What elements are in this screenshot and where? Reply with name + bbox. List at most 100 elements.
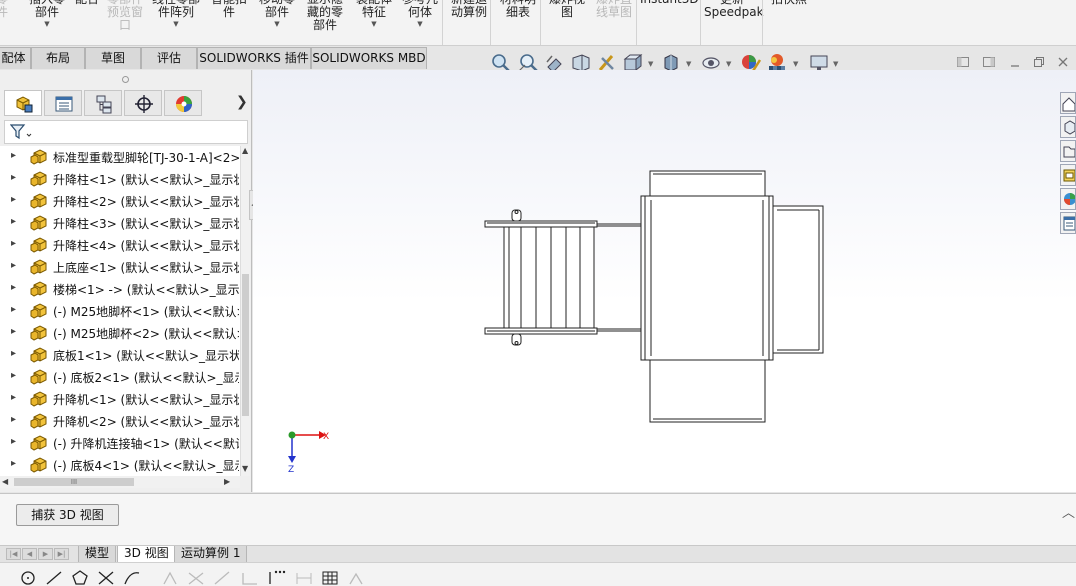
expand-arrow-icon[interactable]: ▸ (11, 216, 19, 228)
circle-tool-icon[interactable] (18, 567, 38, 585)
expand-arrow-icon[interactable]: ▸ (11, 348, 19, 360)
tree-item[interactable]: ▸ 升降柱<2> (默认<<默认>_显示状 (0, 190, 240, 212)
last-tab-nav-icon[interactable]: ▶| (54, 548, 69, 560)
close-icon[interactable] (1055, 55, 1071, 71)
expand-arrow-icon[interactable]: ▸ (11, 458, 19, 470)
convert-tool-icon[interactable] (212, 567, 232, 585)
command-tab[interactable]: SOLIDWORKS 插件 (197, 47, 311, 69)
ribbon-dropdown-icon[interactable]: ▼ (352, 20, 396, 28)
ribbon-button[interactable]: 新建运 动算例 (447, 0, 491, 19)
ribbon-dropdown-icon[interactable]: ▼ (398, 20, 442, 28)
ribbon-button[interactable]: 零 件 (0, 0, 12, 19)
panel-collapse-chevron-icon[interactable]: ︿ (1062, 502, 1075, 521)
assembly-model[interactable]: X Z (253, 70, 1076, 492)
command-tab[interactable]: 草图 (85, 47, 141, 69)
next-tab-nav-icon[interactable]: ▶ (38, 548, 53, 560)
bottom-tab[interactable]: 模型 (78, 546, 117, 563)
spline-tool-icon[interactable] (122, 567, 142, 585)
hide-show-dropdown-icon[interactable]: ▼ (726, 60, 733, 68)
command-tab[interactable]: 配体 (0, 47, 31, 69)
scroll-right-icon[interactable]: ▶ (224, 477, 230, 486)
file-explorer-icon[interactable] (1060, 140, 1076, 162)
appearances-scenes-icon[interactable] (1060, 188, 1076, 210)
expand-arrow-icon[interactable]: ▸ (11, 194, 19, 206)
tree-item[interactable]: ▸ 升降柱<3> (默认<<默认>_显示状 (0, 212, 240, 234)
expand-arrow-icon[interactable]: ▸ (11, 172, 19, 184)
command-tab[interactable]: SOLIDWORKS MBD (311, 47, 427, 69)
expand-arrow-icon[interactable]: ▸ (11, 370, 19, 382)
bottom-tab[interactable]: 运动算例 1 (174, 546, 248, 563)
tree-horizontal-scroll-thumb[interactable]: III (14, 478, 134, 486)
expand-arrow-icon[interactable]: ▸ (11, 304, 19, 316)
tree-horizontal-scrollbar[interactable]: ◀ III ▶ (0, 476, 240, 488)
first-tab-nav-icon[interactable]: |◀ (6, 548, 21, 560)
ribbon-button[interactable]: 参考几 何体▼ (398, 0, 442, 28)
ribbon-button[interactable]: Instant3D (640, 0, 699, 6)
capture-3d-view-button[interactable]: 捕获 3D 视图 (16, 504, 119, 526)
command-tab[interactable]: 布局 (31, 47, 85, 69)
expand-arrow-icon[interactable]: ▸ (11, 392, 19, 404)
ribbon-button[interactable]: 线性零部 件阵列▼ (150, 0, 202, 28)
linear-pattern-tool-icon[interactable] (320, 567, 340, 585)
scroll-up-icon[interactable]: ▲ (242, 146, 248, 155)
line-tool-icon[interactable] (44, 567, 64, 585)
dimxpert-manager-tab[interactable] (124, 90, 162, 116)
tree-item[interactable]: ▸ (-) 底板2<1> (默认<<默认>_显示 (0, 366, 240, 388)
feature-tree-tab[interactable] (4, 90, 42, 116)
tree-item[interactable]: ▸ (-) M25地脚杯<2> (默认<<默认> (0, 322, 240, 344)
restore-icon[interactable] (1031, 55, 1047, 71)
expand-arrow-icon[interactable]: ▸ (11, 238, 19, 250)
tile-left-icon[interactable] (955, 55, 971, 71)
ribbon-button[interactable]: 爆炸直 线草图 (592, 0, 636, 19)
ribbon-button[interactable]: 配合 (72, 0, 102, 6)
tree-item[interactable]: ▸ (-) 升降机连接轴<1> (默认<<默认 (0, 432, 240, 454)
ribbon-button[interactable]: 智能扣 件 (208, 0, 250, 19)
rectangle-tool-icon[interactable] (240, 567, 260, 585)
previous-tab-nav-icon[interactable]: ◀ (22, 548, 37, 560)
tree-item[interactable]: ▸ (-) 底板4<1> (默认<<默认>_显示 (0, 454, 240, 476)
ribbon-button[interactable]: 零部件 预览窗 口 (104, 0, 146, 32)
polygon-tool-icon[interactable] (70, 567, 90, 585)
tree-item[interactable]: ▸ 升降机<2> (默认<<默认>_显示状 (0, 410, 240, 432)
offset-tool-icon[interactable] (186, 567, 206, 585)
expand-arrow-icon[interactable]: ▸ (11, 282, 19, 294)
mirror-tool-icon[interactable] (160, 567, 180, 585)
configuration-manager-tab[interactable] (84, 90, 122, 116)
expand-arrow-icon[interactable]: ▸ (11, 150, 19, 162)
expand-arrow-icon[interactable]: ▸ (11, 414, 19, 426)
view-orientation-dropdown-icon[interactable]: ▼ (648, 60, 655, 68)
display-style-dropdown-icon[interactable]: ▼ (686, 60, 693, 68)
ribbon-button[interactable]: 装配体 特征▼ (352, 0, 396, 28)
tree-item[interactable]: ▸ 上底座<1> (默认<<默认>_显示状 (0, 256, 240, 278)
ribbon-button[interactable]: 材料明 细表 (496, 0, 540, 19)
tree-item[interactable]: ▸ 升降机<1> (默认<<默认>_显示状 (0, 388, 240, 410)
point-tool-icon[interactable] (266, 567, 286, 585)
ribbon-dropdown-icon[interactable]: ▼ (26, 20, 68, 28)
display-manager-tab[interactable] (164, 90, 202, 116)
dimension-tool-icon[interactable] (294, 567, 314, 585)
ribbon-button[interactable]: 拍快照 (768, 0, 810, 6)
view-palette-icon[interactable] (1060, 164, 1076, 186)
graphics-area[interactable]: X Z (253, 70, 1076, 492)
expand-arrow-icon[interactable]: ▸ (11, 326, 19, 338)
expand-arrow-icon[interactable]: ▸ (11, 436, 19, 448)
tile-right-icon[interactable] (981, 55, 997, 71)
tree-filter-bar[interactable] (4, 120, 248, 144)
tree-item[interactable]: ▸ 底板1<1> (默认<<默认>_显示状态 (0, 344, 240, 366)
ribbon-dropdown-icon[interactable]: ▼ (150, 20, 202, 28)
tree-item[interactable]: ▸ 标准型重载型脚轮[TJ-30-1-A]<2> (0, 146, 240, 168)
custom-properties-icon[interactable] (1060, 212, 1076, 234)
apply-scene-dropdown-icon[interactable]: ▼ (793, 60, 800, 68)
tree-item[interactable]: ▸ 升降柱<4> (默认<<默认>_显示状 (0, 234, 240, 256)
tree-item[interactable]: ▸ (-) M25地脚杯<1> (默认<<默认> (0, 300, 240, 322)
ribbon-button[interactable]: 移动零 部件▼ (256, 0, 298, 28)
command-tab[interactable]: 评估 (141, 47, 197, 69)
sketch-fillet-tool-icon[interactable] (346, 567, 366, 585)
expand-arrow-icon[interactable]: ▸ (11, 260, 19, 272)
ribbon-button[interactable]: 显示隐 藏的零 部件 (303, 0, 347, 32)
ribbon-button[interactable]: 爆炸视 图 (545, 0, 589, 19)
next-tab-chevron-icon[interactable]: ❯ (236, 94, 248, 110)
design-library-icon[interactable] (1060, 116, 1076, 138)
trim-tool-icon[interactable] (96, 567, 116, 585)
scroll-left-icon[interactable]: ◀ (2, 477, 8, 486)
